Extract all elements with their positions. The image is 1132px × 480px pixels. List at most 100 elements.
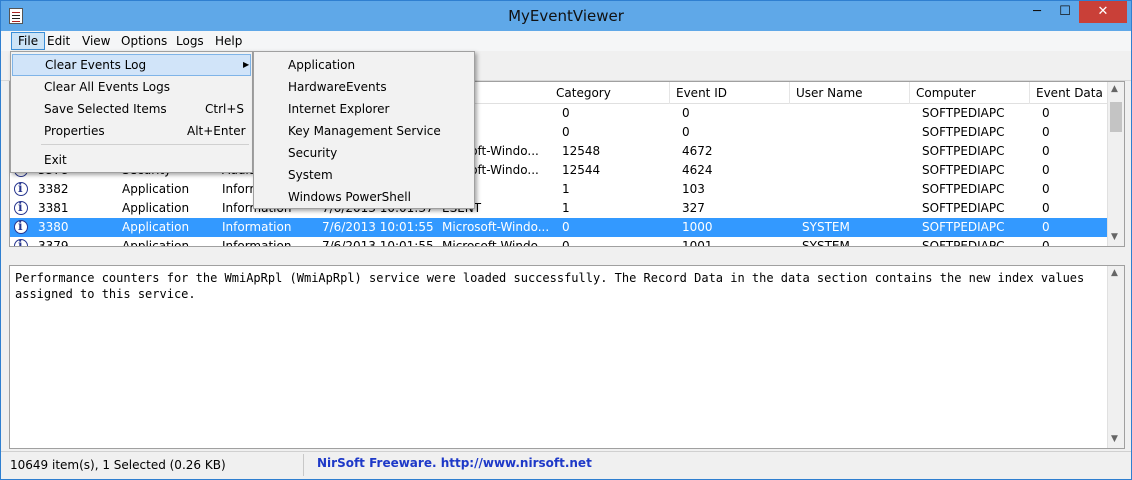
cell-event-data: 0	[1042, 239, 1050, 247]
table-row[interactable]: 3381ApplicationInformation7/6/2013 10:01…	[10, 199, 1108, 218]
scroll-down-icon[interactable]: ▼	[1111, 434, 1118, 444]
cell-log-name: Application	[122, 220, 190, 234]
cell-date-time: 7/6/2013 10:01:55 ...	[322, 220, 436, 234]
cell-event-data: 0	[1042, 220, 1050, 234]
cell-computer: SOFTPEDIAPC	[922, 220, 1005, 234]
menu-properties[interactable]: Properties Alt+Enter	[12, 120, 251, 142]
title-bar[interactable]: MyEventViewer ─ ☐ ✕	[1, 1, 1131, 31]
menu-separator	[41, 144, 249, 145]
cell-event-number: 3381	[38, 201, 69, 215]
cell-computer: SOFTPEDIAPC	[922, 182, 1005, 196]
cell-user-name	[796, 180, 916, 199]
table-row[interactable]: 3379 Application Information 7/6/2013 10:01…	[10, 237, 1108, 247]
status-divider	[303, 454, 304, 476]
cell-event-data: 0	[1042, 163, 1050, 177]
window-title: MyEventViewer	[508, 7, 624, 25]
cell-log-name: Application	[122, 182, 190, 196]
info-icon	[14, 238, 28, 246]
column-event-id[interactable]: Event ID	[670, 82, 790, 104]
cell-user-name	[796, 123, 916, 142]
cell-computer: SOFTPEDIAPC	[922, 125, 1005, 139]
info-icon	[14, 200, 28, 215]
cell-source: Microsoft-Windo...	[442, 239, 550, 247]
cell-category: 0	[562, 239, 570, 247]
menu-clear-all-events-logs[interactable]: Clear All Events Logs	[12, 76, 251, 98]
app-window: MyEventViewer ─ ☐ ✕ File Edit View Optio…	[0, 0, 1132, 480]
info-icon	[14, 181, 28, 196]
minimize-button[interactable]: ─	[1023, 1, 1051, 23]
column-category[interactable]: Category	[550, 82, 670, 104]
menu-item-label: Properties	[44, 124, 105, 138]
cell-log-name: Application	[122, 201, 190, 215]
cell-category: 0	[562, 125, 570, 139]
cell-user-name	[796, 161, 916, 180]
info-icon	[14, 219, 28, 234]
cell-category: 12548	[562, 144, 601, 158]
cell-category: 0	[562, 106, 570, 120]
menu-item-shortcut: Alt+Enter	[187, 124, 246, 138]
menu-save-selected-items[interactable]: Save Selected Items Ctrl+S	[12, 98, 251, 120]
cell-category: 1	[562, 182, 570, 196]
submenu-security[interactable]: Security	[256, 142, 472, 164]
cell-user-name	[796, 199, 916, 218]
cell-user-name: SYSTEM	[802, 220, 850, 234]
column-user-name[interactable]: User Name	[790, 82, 910, 104]
cell-event-data: 0	[1042, 201, 1050, 215]
table-row[interactable]: 3382ApplicationInform1103SOFTPEDIAPC0	[10, 180, 1108, 199]
column-computer[interactable]: Computer	[910, 82, 1030, 104]
cell-source: Microsoft-Windo...	[442, 220, 550, 234]
submenu-arrow-icon: ▶	[243, 60, 250, 69]
menu-clear-events-log[interactable]: Clear Events Log ▶	[12, 54, 251, 76]
details-scrollbar[interactable]: ▲ ▼	[1107, 266, 1124, 448]
submenu-internet-explorer[interactable]: Internet Explorer	[256, 98, 472, 120]
maximize-button[interactable]: ☐	[1051, 1, 1079, 23]
menu-file[interactable]: File	[11, 32, 46, 50]
menu-logs[interactable]: Logs	[170, 32, 210, 50]
cell-log-name: Application	[122, 239, 190, 247]
file-menu: Clear Events Log ▶ Clear All Events Logs…	[10, 51, 253, 173]
menu-view[interactable]: View	[76, 32, 116, 50]
cell-category: 1	[562, 201, 570, 215]
close-button[interactable]: ✕	[1079, 1, 1127, 23]
menu-options[interactable]: Options	[115, 32, 173, 50]
status-bar: 10649 item(s), 1 Selected (0.26 KB) NirS…	[1, 451, 1131, 479]
details-text: Performance counters for the WmiApRpl (W…	[15, 271, 1085, 301]
menu-help[interactable]: Help	[209, 32, 248, 50]
scroll-up-icon[interactable]: ▲	[1111, 84, 1118, 94]
menu-exit[interactable]: Exit	[12, 149, 251, 171]
cell-category: 12544	[562, 163, 601, 177]
cell-computer: SOFTPEDIAPC	[922, 239, 1005, 247]
cell-event-data: 0	[1042, 144, 1050, 158]
submenu-key-management-service[interactable]: Key Management Service	[256, 120, 472, 142]
table-row[interactable]: 3380 Application Information 7/6/2013 10:01…	[10, 218, 1108, 237]
cell-user-name: SYSTEM	[802, 239, 850, 247]
details-pane[interactable]: Performance counters for the WmiApRpl (W…	[9, 265, 1125, 449]
submenu-system[interactable]: System	[256, 164, 472, 186]
submenu-hardware-events[interactable]: HardwareEvents	[256, 76, 472, 98]
cell-event-type: Information	[222, 239, 292, 247]
clear-events-submenu: Application HardwareEvents Internet Expl…	[253, 51, 475, 209]
menu-item-label: Exit	[44, 153, 67, 167]
column-event-data[interactable]: Event Data ...	[1030, 82, 1108, 104]
scroll-down-icon[interactable]: ▼	[1111, 232, 1118, 242]
cell-event-data: 0	[1042, 106, 1050, 120]
cell-event-number: 3379	[38, 239, 69, 247]
status-items: 10649 item(s), 1 Selected (0.26 KB)	[10, 458, 226, 472]
cell-computer: SOFTPEDIAPC	[922, 201, 1005, 215]
list-scrollbar[interactable]: ▲ ▼	[1107, 82, 1124, 246]
menu-edit[interactable]: Edit	[41, 32, 76, 50]
cell-event-id: 327	[682, 201, 705, 215]
cell-user-name	[796, 142, 916, 161]
menu-item-label: Clear All Events Logs	[44, 80, 171, 94]
cell-category: 0	[562, 220, 570, 234]
menu-item-label: Clear Events Log	[45, 58, 147, 72]
scroll-up-icon[interactable]: ▲	[1111, 268, 1118, 278]
nirsoft-link[interactable]: NirSoft Freeware. http://www.nirsoft.net	[317, 456, 592, 470]
submenu-windows-powershell[interactable]: Windows PowerShell	[256, 186, 472, 208]
cell-event-number: 3382	[38, 182, 69, 196]
submenu-application[interactable]: Application	[256, 54, 472, 76]
scroll-thumb[interactable]	[1110, 102, 1122, 132]
cell-event-id: 1001	[682, 239, 713, 247]
cell-event-data: 0	[1042, 125, 1050, 139]
menu-bar: File Edit View Options Logs Help	[1, 31, 1131, 51]
